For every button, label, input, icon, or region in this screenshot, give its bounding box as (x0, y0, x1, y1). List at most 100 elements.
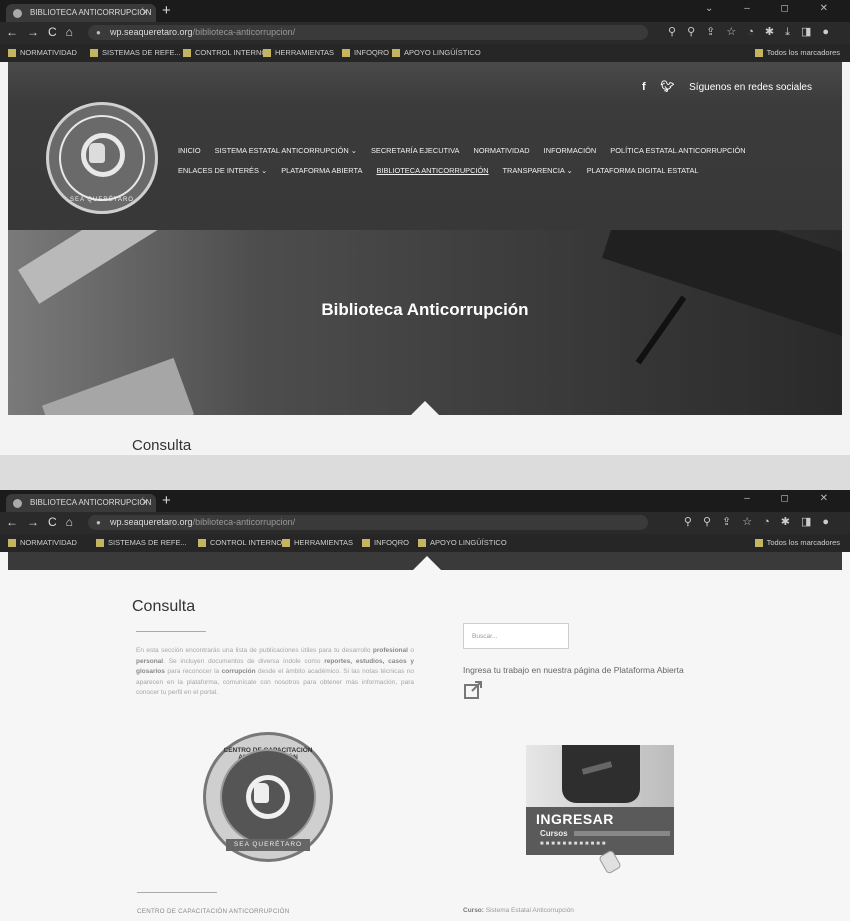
course-caption-label: Curso: (463, 907, 484, 914)
section-heading: Consulta (132, 598, 196, 615)
window-controls[interactable]: ⌄ – ◻ ✕ (705, 3, 842, 14)
menu-item-sea[interactable]: SISTEMA ESTATAL ANTICORRUPCIÓN ⌄ (215, 146, 357, 155)
site-header: f 🐦︎ Síguenos en redes sociales SEA QUER… (8, 62, 842, 230)
intro-text: En esta sección encontrarás una lista de… (136, 647, 299, 654)
banner-subtitle (574, 831, 670, 836)
close-tab-icon[interactable]: × (142, 4, 148, 22)
facebook-icon[interactable]: f (642, 81, 646, 93)
menu-item-biblioteca[interactable]: BIBLIOTECA ANTICORRUPCIÓN (376, 166, 488, 175)
bookmark-item[interactable]: HERRAMIENTAS (263, 47, 334, 59)
menu-item-informacion[interactable]: INFORMACIÓN (544, 146, 597, 155)
hero-image-beam (18, 230, 184, 304)
bookmarks-bar: NORMATIVIDAD SISTEMAS DE REFE... CONTROL… (0, 534, 850, 552)
caption-underline (137, 892, 217, 893)
window-controls[interactable]: – ◻ ✕ (744, 493, 842, 504)
bookmark-item[interactable]: NORMATIVIDAD (8, 537, 77, 549)
upload-link-text[interactable]: Ingresa tu trabajo en nuestra página de … (463, 665, 684, 675)
menu-item-transparencia[interactable]: TRANSPARENCIA ⌄ (503, 166, 573, 175)
new-tab-button[interactable]: + (162, 492, 171, 509)
intro-text: para reconocer la (167, 668, 220, 676)
hero-image-beam (41, 357, 195, 415)
logo-hand-icon (89, 143, 105, 163)
menu-item-secretaria[interactable]: SECRETARÍA EJECUTIVA (371, 146, 459, 155)
menu-item-plataforma-abierta[interactable]: PLATAFORMA ABIERTA (281, 166, 362, 175)
tab-bar: BIBLIOTECA ANTICORRUPCIÓN × + ⌄ – ◻ ✕ (0, 0, 850, 22)
all-bookmarks[interactable]: Todos los marcadores (754, 537, 840, 549)
new-tab-button[interactable]: + (162, 2, 171, 19)
menu-item-enlaces[interactable]: ENLACES DE INTERÉS ⌄ (178, 166, 267, 175)
twitter-icon[interactable]: 🐦︎ (660, 80, 674, 93)
site-logo[interactable]: SEA QUERÉTARO (46, 102, 158, 214)
banner-ingresar: INGRESAR (536, 811, 614, 827)
banner-cursos: Cursos (540, 829, 568, 838)
hero-banner: Biblioteca Anticorrupción (8, 230, 842, 415)
hero-image-shadow (602, 230, 842, 339)
intro-bold: personal (136, 657, 164, 665)
intro-paragraph: En esta sección encontrarás una lista de… (136, 646, 414, 699)
intro-text: o (410, 647, 415, 654)
intro-bold: profesional (372, 647, 408, 654)
courses-banner[interactable]: INGRESAR Cursos ■■■■■■■■■■■■ (526, 745, 674, 855)
hero-notch (411, 401, 439, 415)
browser-window-top: BIBLIOTECA ANTICORRUPCIÓN × + ⌄ – ◻ ✕ ←→… (0, 0, 850, 455)
hero-notch (413, 556, 441, 570)
logo-hand-icon (254, 783, 269, 803)
logo-bottom-text: SEA QUERÉTARO (226, 839, 310, 851)
training-center-logo[interactable]: CENTRO DE CAPACITACIÓN ANTICORRUPCIÓN SE… (203, 732, 333, 862)
browser-window-bottom: BIBLIOTECA ANTICORRUPCIÓN × + – ◻ ✕ ←→C⌂… (0, 490, 850, 921)
navigation-buttons[interactable]: ←→C⌂ (6, 515, 82, 529)
intro-text: útiles para tu desarrollo (301, 647, 371, 654)
tab-title: BIBLIOTECA ANTICORRUPCIÓN (30, 8, 152, 17)
menu-item-normatividad[interactable]: NORMATIVIDAD (473, 146, 529, 155)
bookmark-item[interactable]: NORMATIVIDAD (8, 47, 77, 59)
extension-icons[interactable]: ⚲⚲⇪☆◔✱⤓◨● (668, 25, 840, 39)
main-menu-row-1: INICIO SISTEMA ESTATAL ANTICORRUPCIÓN ⌄ … (178, 146, 758, 155)
menu-item-inicio[interactable]: INICIO (178, 146, 201, 155)
bookmark-item[interactable]: SISTEMAS DE REFE... (90, 47, 181, 59)
search-input[interactable]: Buscar... (463, 623, 569, 649)
heading-underline (136, 631, 206, 632)
bookmark-item[interactable]: SISTEMAS DE REFE... (96, 537, 187, 549)
training-center-caption: CENTRO DE CAPACITACIÓN ANTICORRUPCIÓN (137, 908, 290, 915)
menu-item-politica[interactable]: POLÍTICA ESTATAL ANTICORRUPCIÓN (610, 146, 745, 155)
address-bar-row: ←→C⌂ ● wp.seaqueretaro.org/biblioteca-an… (0, 512, 850, 534)
favicon-icon (13, 9, 22, 18)
intro-bold: corrupción (221, 668, 256, 676)
url-path: /biblioteca-anticorrupcion/ (192, 27, 296, 37)
tab-title: BIBLIOTECA ANTICORRUPCIÓN (30, 498, 152, 507)
address-bar-row: ←→C⌂ ● wp.seaqueretaro.org/biblioteca-an… (0, 22, 850, 44)
menu-item-plataforma-digital[interactable]: PLATAFORMA DIGITAL ESTATAL (587, 166, 699, 175)
extension-icons[interactable]: ⚲⚲⇪☆◔✱◨● (684, 515, 840, 528)
course-caption: Curso: Sistema Estatal Anticorrupción (463, 907, 574, 914)
url-host: wp.seaqueretaro.org (110, 517, 193, 527)
url-field[interactable]: ● wp.seaqueretaro.org/biblioteca-anticor… (88, 25, 648, 40)
bookmark-item[interactable]: CONTROL INTERNO (198, 537, 282, 549)
browser-tab[interactable]: BIBLIOTECA ANTICORRUPCIÓN × (6, 4, 156, 22)
lock-icon: ● (96, 518, 101, 527)
bookmark-item[interactable]: APOYO LINGÜÍSTICO (418, 537, 507, 549)
bookmarks-bar: NORMATIVIDAD SISTEMAS DE REFE... CONTROL… (0, 44, 850, 62)
close-tab-icon[interactable]: × (142, 494, 148, 512)
url-path: /biblioteca-anticorrupcion/ (192, 517, 296, 527)
browser-tab[interactable]: BIBLIOTECA ANTICORRUPCIÓN × (6, 494, 156, 512)
hero-banner-edge (8, 552, 842, 570)
hero-title: Biblioteca Anticorrupción (321, 300, 529, 319)
lock-icon: ● (96, 28, 101, 37)
social-label: Síguenos en redes sociales (689, 82, 812, 93)
bookmark-item[interactable]: CONTROL INTERNO (183, 47, 267, 59)
bookmark-item[interactable]: HERRAMIENTAS (282, 537, 353, 549)
bookmark-item[interactable]: INFOQRO (342, 47, 389, 59)
navigation-buttons[interactable]: ←→C⌂ (6, 25, 82, 39)
bookmark-item[interactable]: APOYO LINGÜÍSTICO (392, 47, 481, 59)
external-link-icon[interactable] (463, 680, 483, 700)
main-menu-row-2: ENLACES DE INTERÉS ⌄ PLATAFORMA ABIERTA … (178, 166, 711, 175)
url-host: wp.seaqueretaro.org (110, 27, 193, 37)
course-caption-value: Sistema Estatal Anticorrupción (485, 907, 574, 914)
banner-dots: ■■■■■■■■■■■■ (540, 841, 608, 847)
intro-text: . Se incluyen documentos de diversa índo… (163, 657, 321, 665)
url-field[interactable]: ● wp.seaqueretaro.org/biblioteca-anticor… (88, 515, 648, 530)
tab-bar: BIBLIOTECA ANTICORRUPCIÓN × + – ◻ ✕ (0, 490, 850, 512)
bookmark-item[interactable]: INFOQRO (362, 537, 409, 549)
all-bookmarks[interactable]: Todos los marcadores (754, 47, 840, 59)
social-bar: f 🐦︎ Síguenos en redes sociales (642, 80, 812, 93)
